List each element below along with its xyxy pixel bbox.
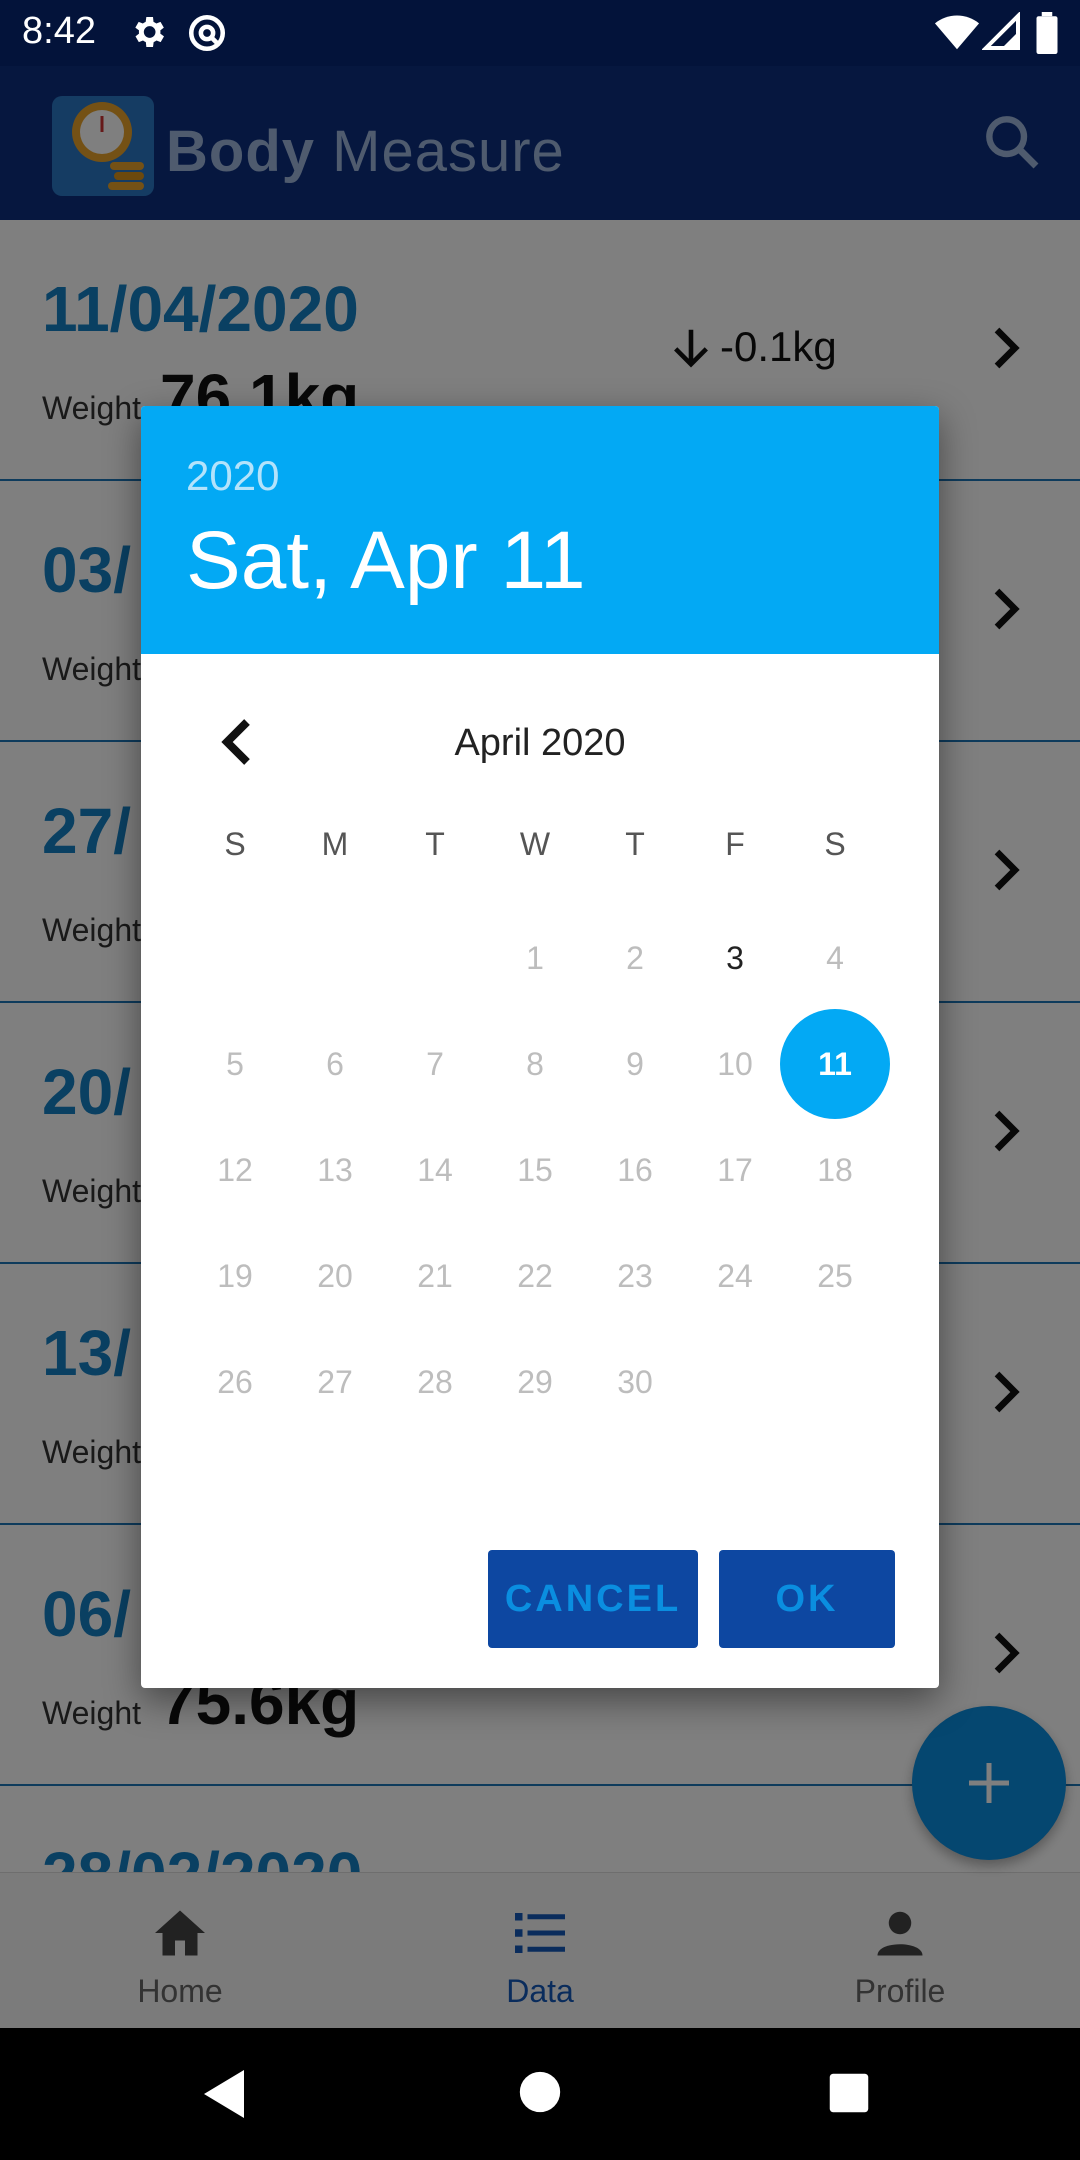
calendar-day: 24 xyxy=(717,1258,753,1294)
calendar-day: 25 xyxy=(817,1258,853,1294)
vpn-icon xyxy=(188,14,226,52)
calendar-day: 4 xyxy=(826,940,844,976)
calendar-day: 22 xyxy=(517,1258,553,1294)
weekday-label: S xyxy=(824,826,846,862)
month-label: April 2020 xyxy=(454,722,626,764)
calendar-day: 23 xyxy=(617,1258,653,1294)
calendar-day: 26 xyxy=(217,1364,253,1400)
calendar-day: 28 xyxy=(417,1364,453,1400)
weekday-label: W xyxy=(519,826,551,862)
battery-icon xyxy=(1036,12,1058,54)
calendar-day: 29 xyxy=(517,1364,553,1400)
weekday-label: T xyxy=(625,826,645,862)
calendar-day: 15 xyxy=(517,1152,553,1188)
settings-icon xyxy=(135,17,164,47)
date-picker-header: 2020 Sat, Apr 11 xyxy=(141,406,939,654)
back-icon[interactable] xyxy=(200,2068,248,2120)
weekday-label: M xyxy=(321,826,349,862)
signal-icon xyxy=(982,12,1020,50)
status-bar: 8:42 xyxy=(0,0,1080,66)
calendar-day: 6 xyxy=(326,1046,344,1082)
calendar-day: 21 xyxy=(417,1258,453,1294)
date-picker-selected-date[interactable]: Sat, Apr 11 xyxy=(186,514,586,608)
calendar-day: 1 xyxy=(526,940,544,976)
calendar-day: 2 xyxy=(626,940,644,976)
system-nav-bar xyxy=(0,2028,1080,2160)
cancel-button[interactable]: CANCEL xyxy=(488,1550,698,1648)
status-time: 8:42 xyxy=(22,10,96,52)
weekday-label: T xyxy=(425,826,445,862)
calendar-day: 14 xyxy=(417,1152,453,1188)
date-picker-year[interactable]: 2020 xyxy=(186,452,279,500)
date-picker-dialog: 2020 Sat, Apr 11 April 2020 SMTWTFS 1234… xyxy=(141,406,939,1688)
ok-button[interactable]: OK xyxy=(719,1550,895,1648)
calendar-day: 20 xyxy=(317,1258,353,1294)
wifi-icon xyxy=(934,15,980,50)
calendar-day: 27 xyxy=(317,1364,353,1400)
calendar-day: 10 xyxy=(717,1046,753,1082)
calendar-day: 17 xyxy=(717,1152,753,1188)
calendar-day: 19 xyxy=(217,1258,253,1294)
weekday-label: S xyxy=(224,826,246,862)
calendar-day: 9 xyxy=(626,1046,644,1082)
weekday-label: F xyxy=(725,826,745,862)
calendar-day: 16 xyxy=(617,1152,653,1188)
calendar-day[interactable]: 3 xyxy=(685,908,785,1008)
calendar-day: 30 xyxy=(617,1364,653,1400)
recents-icon[interactable] xyxy=(828,2072,870,2114)
calendar-day: 12 xyxy=(217,1152,253,1188)
home-nav-icon[interactable] xyxy=(518,2070,562,2114)
calendar-day: 18 xyxy=(817,1152,853,1188)
calendar-day: 5 xyxy=(226,1046,244,1082)
calendar-day-selected[interactable]: 11 xyxy=(780,1009,890,1119)
calendar-day: 8 xyxy=(526,1046,544,1082)
calendar-day: 7 xyxy=(426,1046,444,1082)
calendar-day: 13 xyxy=(317,1152,353,1188)
